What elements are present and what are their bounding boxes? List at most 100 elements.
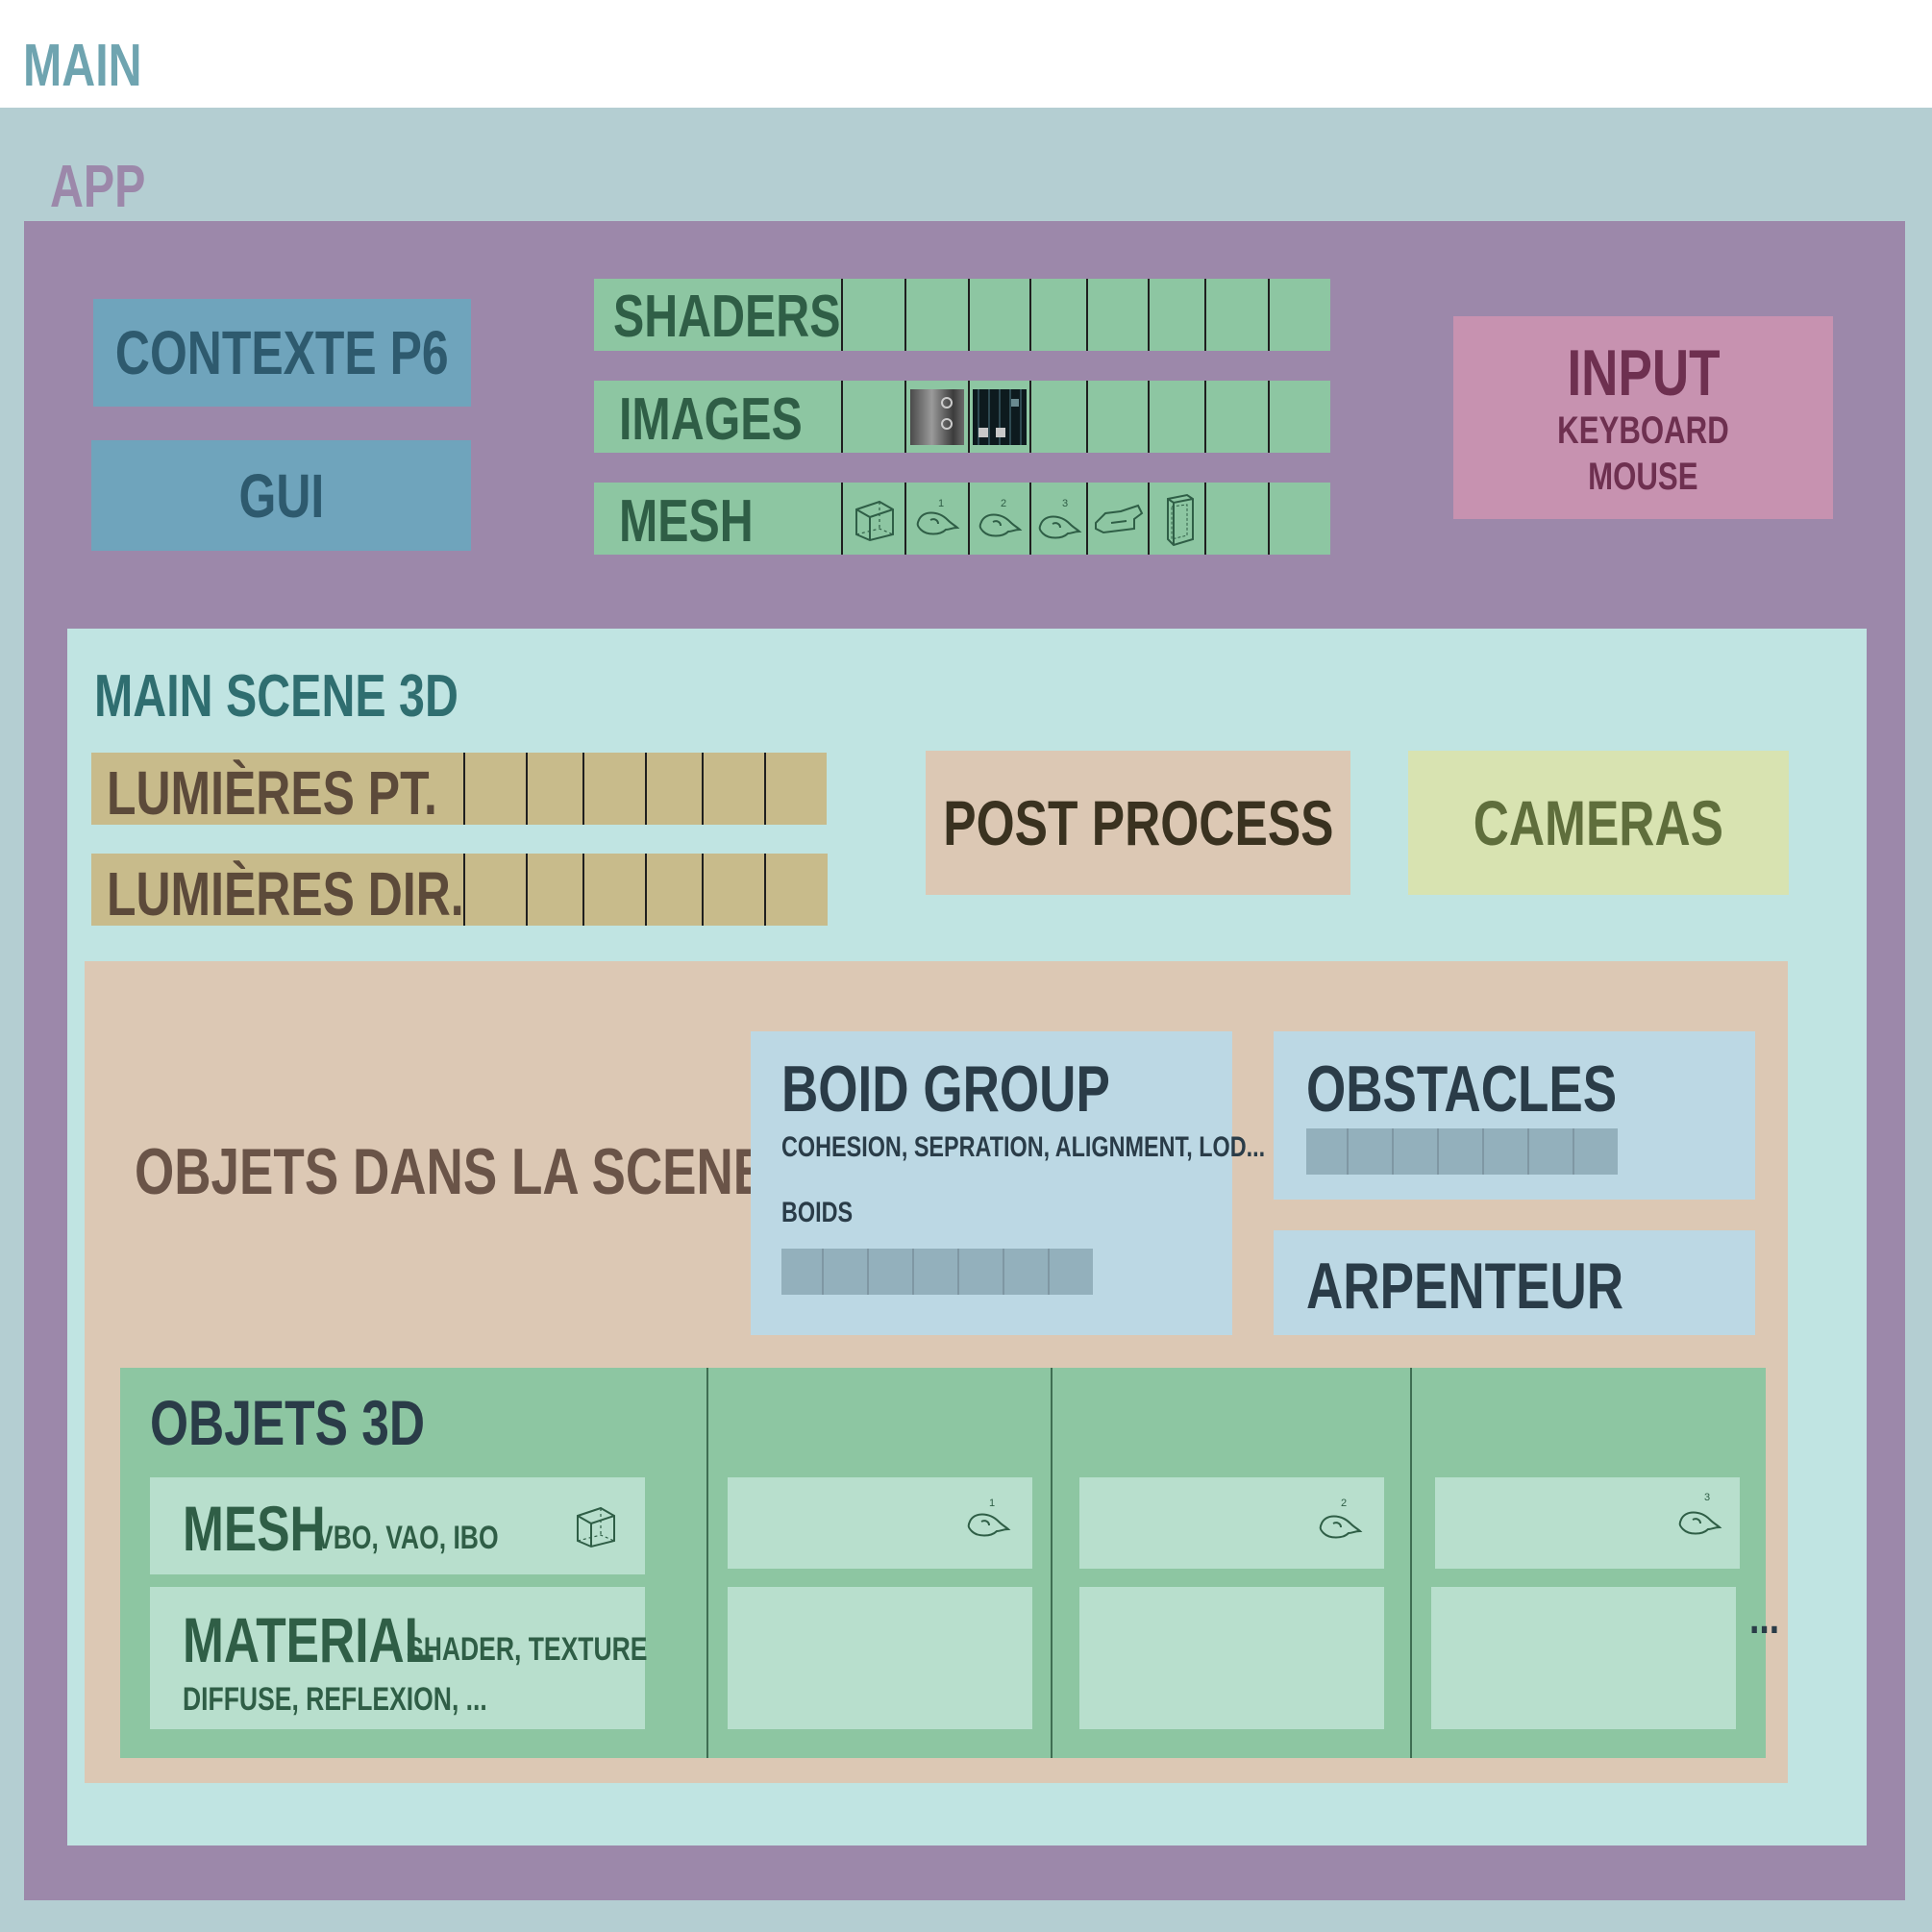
boid-group-title: BOID GROUP bbox=[781, 1053, 1110, 1126]
contexte-p6-box: CONTEXTE P6 bbox=[93, 299, 471, 407]
light-slot bbox=[764, 854, 827, 926]
objet3d-mesh-detail: VBO, VAO, IBO bbox=[316, 1520, 499, 1556]
light-slot bbox=[463, 854, 526, 926]
boid-slot bbox=[867, 1249, 912, 1295]
light-slot bbox=[702, 854, 764, 926]
images-label: IMAGES bbox=[619, 386, 803, 453]
cameras-box: CAMERAS bbox=[1408, 751, 1789, 895]
mesh-number-3: 3 bbox=[1062, 498, 1068, 509]
shader-slot bbox=[1268, 279, 1327, 351]
objet3d-mesh-label: MESH bbox=[183, 1493, 326, 1564]
light-slot bbox=[645, 854, 702, 926]
cameras-label: CAMERAS bbox=[1473, 787, 1724, 858]
mesh-slot bbox=[1268, 483, 1327, 555]
fish-number-2: 2 bbox=[1341, 1498, 1347, 1509]
shaders-label: SHADERS bbox=[613, 284, 841, 350]
shader-slot bbox=[968, 279, 1029, 351]
input-title: INPUT bbox=[1566, 335, 1721, 409]
fish-1-icon: 1 bbox=[916, 498, 960, 534]
obstacle-slot bbox=[1527, 1128, 1573, 1175]
image-slot bbox=[1204, 381, 1268, 453]
fish-3-icon: 3 bbox=[1678, 1492, 1722, 1535]
shader-slot bbox=[841, 279, 904, 351]
shader-slot bbox=[1204, 279, 1268, 351]
boids-label: BOIDS bbox=[781, 1197, 854, 1228]
obstacle-slot bbox=[1392, 1128, 1437, 1175]
mesh-label: MESH bbox=[619, 488, 754, 555]
box-icon bbox=[1166, 493, 1194, 546]
shader-slot bbox=[1029, 279, 1086, 351]
objet3d-material-box: MATERIAL SHADER, TEXTURE DIFFUSE, REFLEX… bbox=[150, 1587, 647, 1729]
obstacle-slot bbox=[1306, 1128, 1347, 1175]
input-mouse: MOUSE bbox=[1588, 455, 1698, 498]
app-title: APP bbox=[50, 154, 146, 220]
mesh-slots: 1 2 3 bbox=[841, 483, 1327, 555]
post-process-box: POST PROCESS bbox=[926, 751, 1350, 895]
mesh-slot bbox=[841, 483, 904, 555]
arpenteur-title: ARPENTEUR bbox=[1306, 1250, 1624, 1323]
gui-label: GUI bbox=[238, 460, 324, 531]
objet3d-mesh-box: MESH VBO, VAO, IBO bbox=[150, 1477, 645, 1574]
image-slot bbox=[904, 381, 968, 453]
boid-slot bbox=[912, 1249, 957, 1295]
shader-slot bbox=[1148, 279, 1204, 351]
objet3d-mesh-box: 2 bbox=[1079, 1477, 1384, 1569]
light-slot bbox=[645, 753, 702, 825]
mesh-slot: 2 bbox=[968, 483, 1029, 555]
objects-title: OBJETS DANS LA SCENE bbox=[135, 1135, 768, 1208]
cube-icon bbox=[577, 1506, 615, 1548]
fish-number-3: 3 bbox=[1704, 1492, 1710, 1503]
boid-group-subtitle: COHESION, SEPRATION, ALIGNMENT, LOD... bbox=[781, 1131, 1266, 1163]
boids-slots bbox=[781, 1249, 1093, 1295]
objets3d-divider bbox=[706, 1368, 708, 1758]
obstacles-box: OBSTACLES bbox=[1274, 1031, 1755, 1200]
light-slot bbox=[526, 753, 582, 825]
objets3d-divider bbox=[1410, 1368, 1412, 1758]
boid-slot bbox=[1048, 1249, 1093, 1295]
objet3d-material-box bbox=[728, 1587, 1032, 1729]
images-slots bbox=[841, 381, 1327, 453]
fish-2-icon: 2 bbox=[978, 498, 1023, 536]
image-slot bbox=[968, 381, 1029, 453]
shoe-icon bbox=[1095, 504, 1144, 533]
texture-thumbnail-metal bbox=[910, 388, 964, 445]
light-slot bbox=[463, 753, 526, 825]
image-slot bbox=[1029, 381, 1086, 453]
obstacle-slot bbox=[1573, 1128, 1618, 1175]
cube-icon bbox=[855, 500, 894, 541]
obstacle-slot bbox=[1437, 1128, 1482, 1175]
mesh-slot bbox=[1086, 483, 1148, 555]
obstacles-title: OBSTACLES bbox=[1306, 1053, 1618, 1126]
boid-slot bbox=[957, 1249, 1003, 1295]
light-slot bbox=[764, 753, 827, 825]
image-slot bbox=[1148, 381, 1204, 453]
image-slot bbox=[1086, 381, 1148, 453]
objet3d-mesh-box: 3 bbox=[1435, 1477, 1740, 1569]
mesh-slot bbox=[1204, 483, 1268, 555]
light-slot bbox=[582, 753, 645, 825]
fish-1-icon: 1 bbox=[967, 1498, 1011, 1537]
light-slot bbox=[526, 854, 582, 926]
gui-box: GUI bbox=[91, 440, 471, 551]
objet3d-material-box bbox=[1079, 1587, 1384, 1729]
fish-number-1: 1 bbox=[989, 1498, 995, 1509]
image-slot bbox=[841, 381, 904, 453]
boid-slot bbox=[781, 1249, 822, 1295]
objets3d-title: OBJETS 3D bbox=[150, 1387, 426, 1458]
shader-slot bbox=[1086, 279, 1148, 351]
obstacle-slot bbox=[1347, 1128, 1392, 1175]
input-box: INPUT KEYBOARD MOUSE bbox=[1453, 316, 1833, 519]
mesh-slot: 3 bbox=[1029, 483, 1086, 555]
mesh-slot bbox=[1148, 483, 1204, 555]
mesh-number-1: 1 bbox=[938, 498, 944, 509]
image-slot bbox=[1268, 381, 1327, 453]
objet3d-material-detail2: DIFFUSE, REFLEXION, ... bbox=[183, 1681, 487, 1718]
objet3d-material-label: MATERIAL bbox=[183, 1604, 435, 1675]
post-process-label: POST PROCESS bbox=[942, 787, 1334, 858]
main-scene-title: MAIN SCENE 3D bbox=[94, 663, 458, 730]
fish-2-icon: 2 bbox=[1319, 1498, 1363, 1539]
light-slot bbox=[582, 854, 645, 926]
fish-3-icon: 3 bbox=[1038, 498, 1081, 538]
obstacles-slots bbox=[1306, 1128, 1618, 1175]
light-slot bbox=[702, 753, 764, 825]
